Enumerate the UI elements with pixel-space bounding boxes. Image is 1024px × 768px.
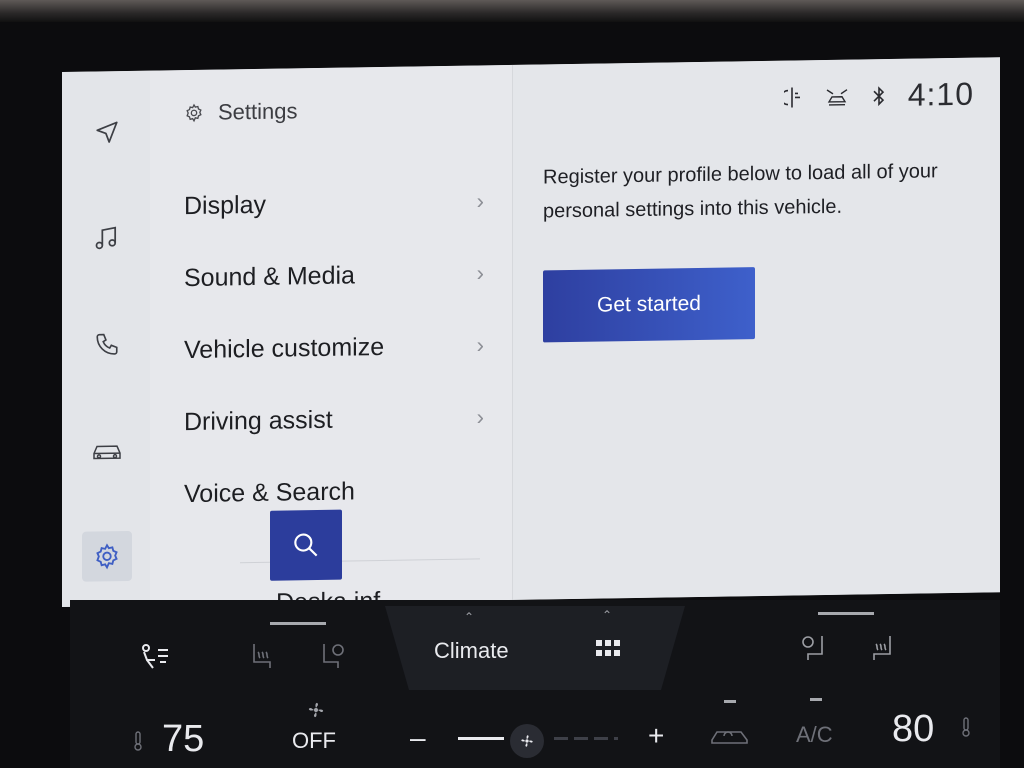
icon-rail: [62, 70, 150, 608]
menu-item-label: Driving assist: [184, 405, 333, 436]
chevron-up-icon: ⌃: [602, 608, 613, 622]
status-bar: 4:10: [783, 75, 974, 116]
fan-minus-button[interactable]: –: [410, 722, 426, 754]
indicator-dashes: [270, 622, 326, 625]
search-icon: [294, 533, 318, 557]
settings-menu-pane: Settings Display › Sound & Media › Vehic…: [150, 64, 512, 607]
climate-tab[interactable]: [385, 606, 685, 690]
menu-item-display[interactable]: Display ›: [184, 171, 496, 236]
wireless-charging-icon: [783, 87, 800, 108]
passenger-temperature[interactable]: 80: [892, 708, 934, 751]
chevron-right-icon: ›: [476, 188, 484, 214]
indicator-dash: [810, 698, 822, 701]
get-started-button[interactable]: Get started: [543, 267, 755, 343]
music-note-icon: [95, 226, 117, 250]
menu-item-vehicle-customize[interactable]: Vehicle customize ›: [184, 315, 496, 380]
fan-status[interactable]: OFF: [292, 728, 336, 754]
content-pane: 4:10 Register your profile below to load…: [512, 57, 1000, 600]
gear-icon: [96, 543, 118, 570]
seat-ventilation-right-icon[interactable]: [798, 632, 826, 662]
infotainment-screen: Settings Display › Sound & Media › Vehic…: [62, 57, 1000, 608]
menu-item-driving-assist[interactable]: Driving assist ›: [184, 387, 496, 452]
max-defrost-icon[interactable]: [138, 642, 172, 672]
clock: 4:10: [907, 75, 974, 113]
phone-button[interactable]: [82, 319, 132, 370]
search-button[interactable]: [270, 509, 342, 581]
ac-button[interactable]: A/C: [796, 722, 833, 748]
apps-grid-icon[interactable]: [596, 640, 620, 656]
settings-header: Settings: [184, 98, 298, 126]
menu-item-label: Sound & Media: [184, 260, 355, 292]
chevron-right-icon: ›: [476, 332, 484, 358]
indicator-dash: [724, 700, 736, 703]
seat-heater-left-icon[interactable]: [248, 640, 276, 672]
nav-button[interactable]: [82, 107, 132, 158]
seat-heater-right-icon[interactable]: [868, 632, 896, 664]
connected-service-icon: [826, 88, 848, 106]
fan-icon: [308, 702, 324, 718]
fan-knob-icon: [521, 735, 533, 747]
driver-temperature[interactable]: 75: [162, 718, 204, 761]
chevron-up-icon: ⌃: [464, 610, 475, 624]
recirculation-car-icon[interactable]: [710, 724, 750, 746]
menu-item-label: Display: [184, 190, 266, 220]
settings-title: Settings: [218, 98, 298, 125]
menu-item-label: Vehicle customize: [184, 332, 385, 364]
car-icon: [93, 445, 121, 460]
menu-item-sound-media[interactable]: Sound & Media ›: [184, 243, 496, 308]
climate-label[interactable]: Climate: [434, 638, 509, 664]
navigation-arrow-icon: [96, 121, 118, 143]
seat-ventilation-left-icon[interactable]: [320, 640, 348, 670]
vehicle-button[interactable]: [82, 425, 132, 476]
menu-item-label: Voice & Search: [184, 476, 355, 508]
chevron-right-icon: ›: [476, 404, 484, 430]
phone-icon: [96, 333, 118, 355]
top-bezel: [0, 0, 1024, 22]
thermometer-icon: [962, 717, 970, 737]
fan-plus-button[interactable]: +: [648, 720, 664, 752]
chevron-right-icon: ›: [476, 260, 484, 286]
settings-gear-icon: [186, 103, 202, 123]
thermometer-icon: [134, 731, 142, 751]
fan-speed-knob[interactable]: [510, 724, 544, 758]
bluetooth-icon: [873, 85, 884, 106]
profile-description: Register your profile below to load all …: [543, 160, 938, 223]
climate-bar: ⌃ ⌃ Climate 75 OFF – + A/C 80: [70, 600, 1000, 768]
indicator-dashes: [818, 612, 874, 615]
media-button[interactable]: [82, 213, 132, 264]
settings-button[interactable]: [82, 530, 132, 582]
